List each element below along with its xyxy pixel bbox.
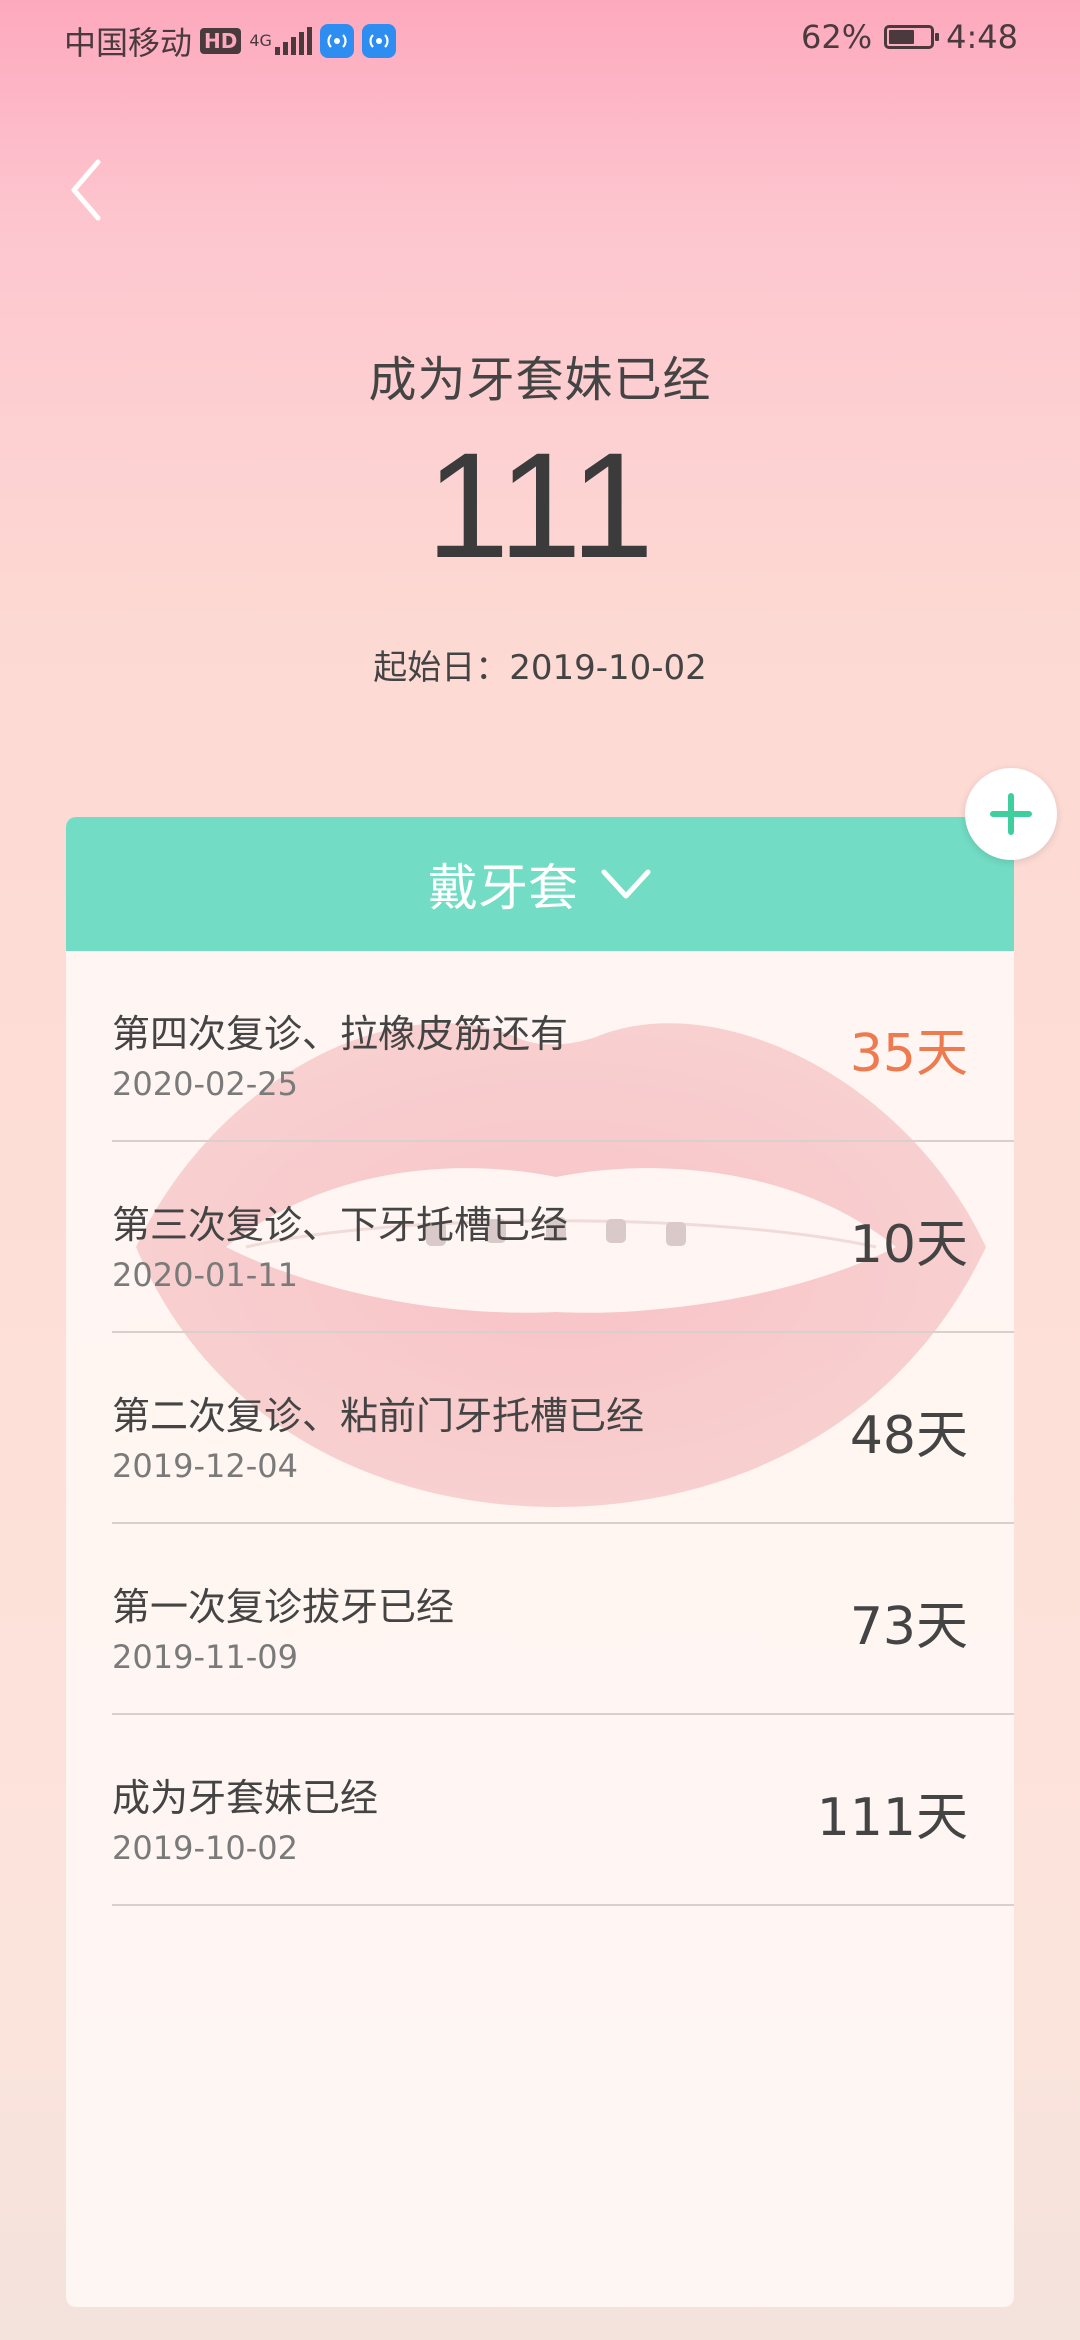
event-row[interactable]: 第四次复诊、拉橡皮筋还有 2020-02-25 35天	[112, 951, 1014, 1142]
event-title: 第四次复诊、拉橡皮筋还有	[112, 1012, 569, 1056]
status-right: 62% 4:48	[801, 18, 1018, 56]
event-date: 2020-02-25	[112, 1065, 298, 1103]
event-row[interactable]: 第二次复诊、粘前门牙托槽已经 2019-12-04 48天	[112, 1333, 1014, 1524]
day-count: 111	[425, 421, 654, 589]
plus-icon	[990, 793, 1032, 835]
event-list: 第四次复诊、拉橡皮筋还有 2020-02-25 35天第三次复诊、下牙托槽已经 202…	[66, 951, 1014, 1906]
event-row[interactable]: 第三次复诊、下牙托槽已经 2020-01-11 10天	[112, 1142, 1014, 1333]
signal-icon	[275, 27, 313, 55]
hd-icon: HD	[200, 28, 242, 54]
category-label: 戴牙套	[428, 859, 578, 917]
chevron-left-icon	[71, 159, 101, 221]
event-title: 第一次复诊拔牙已经	[112, 1585, 455, 1629]
status-left: 中国移动 HD 4G	[64, 18, 397, 64]
event-days: 73天	[849, 1597, 968, 1657]
event-days: 35天	[849, 1024, 968, 1084]
add-button[interactable]	[965, 768, 1057, 860]
clock: 4:48	[946, 18, 1018, 56]
event-title: 成为牙套妹已经	[112, 1776, 379, 1820]
event-days: 10天	[849, 1215, 968, 1275]
start-date: 起始日：2019-10-02	[373, 648, 707, 688]
battery-fill	[889, 30, 915, 44]
hotspot-icon	[320, 24, 355, 58]
event-days: 48天	[849, 1406, 968, 1466]
chevron-down-icon	[601, 869, 651, 899]
event-title: 第三次复诊、下牙托槽已经	[112, 1203, 569, 1247]
event-date: 2020-01-11	[112, 1256, 298, 1294]
hotspot-icon-2	[362, 24, 397, 58]
battery-percent: 62%	[801, 18, 873, 56]
event-date: 2019-10-02	[112, 1829, 298, 1867]
event-row[interactable]: 成为牙套妹已经 2019-10-02 111天	[112, 1715, 1014, 1906]
hero-title: 成为牙套妹已经	[368, 352, 712, 408]
carrier-name: 中国移动	[64, 24, 193, 62]
event-date: 2019-11-09	[112, 1638, 298, 1676]
event-days: 111天	[816, 1788, 968, 1848]
event-date: 2019-12-04	[112, 1447, 298, 1485]
back-button[interactable]	[56, 150, 116, 230]
category-selector[interactable]: 戴牙套	[66, 817, 1014, 951]
event-row[interactable]: 第一次复诊拔牙已经 2019-11-09 73天	[112, 1524, 1014, 1715]
event-card: 戴牙套 第四次复诊、拉橡皮筋还有 2020-02-25 35天第三次复诊、下牙托槽已…	[66, 817, 1014, 2307]
battery-icon	[884, 25, 940, 49]
hero: 成为牙套妹已经 111 起始日：2019-10-02	[0, 340, 1080, 689]
network-type: 4G	[249, 31, 272, 50]
event-title: 第二次复诊、粘前门牙托槽已经	[112, 1394, 645, 1438]
status-bar: 中国移动 HD 4G 62% 4:48	[0, 0, 1080, 75]
